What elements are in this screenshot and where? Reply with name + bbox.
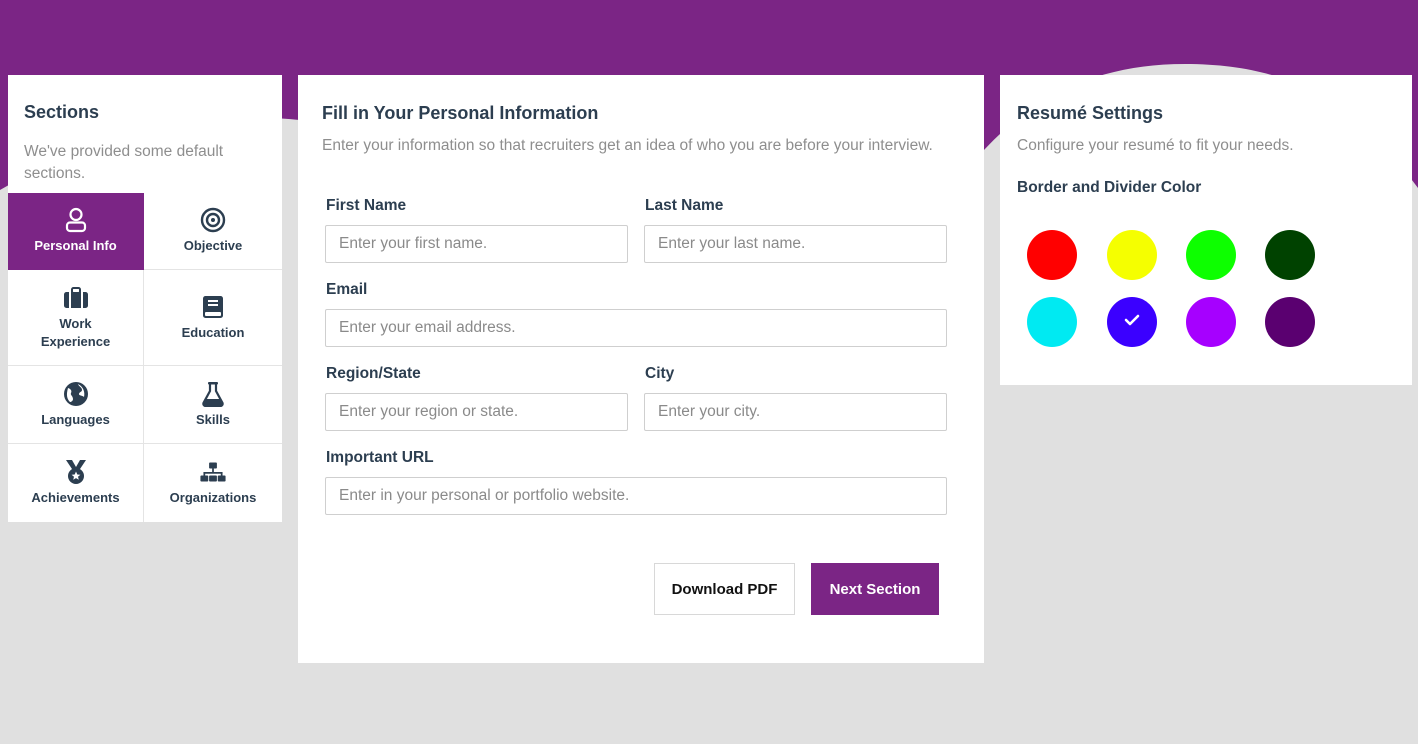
url-label: Important URL	[326, 449, 434, 466]
color-swatch[interactable]	[1027, 297, 1077, 347]
section-label: Achievements	[31, 490, 120, 505]
briefcase-icon	[63, 285, 89, 311]
globe-icon	[63, 381, 89, 407]
target-icon	[200, 207, 226, 233]
color-swatch[interactable]	[1186, 230, 1236, 280]
sitemap-icon	[200, 459, 226, 485]
user-icon	[63, 207, 89, 233]
region-label: Region/State	[326, 365, 421, 382]
email-input[interactable]	[325, 309, 947, 347]
email-label: Email	[326, 281, 368, 298]
section-objective[interactable]: Objective	[144, 193, 282, 270]
form-title: Fill in Your Personal Information	[322, 103, 599, 123]
section-achievements[interactable]: Achievements	[8, 444, 144, 522]
resume-settings-panel: Resumé Settings Configure your resumé to…	[1000, 75, 1412, 385]
section-personal-info[interactable]: Personal Info	[8, 193, 144, 270]
region-input[interactable]	[325, 393, 628, 431]
color-swatch[interactable]	[1265, 230, 1315, 280]
section-organizations[interactable]: Organizations	[144, 444, 282, 522]
section-languages[interactable]: Languages	[8, 366, 144, 444]
url-input[interactable]	[325, 477, 947, 515]
section-skills[interactable]: Skills	[144, 366, 282, 444]
book-icon	[200, 294, 226, 320]
section-label: Objective	[183, 238, 243, 253]
form-description: Enter your information so that recruiter…	[322, 137, 933, 154]
color-swatch[interactable]	[1186, 297, 1236, 347]
sections-panel: Sections We've provided some default sec…	[8, 75, 282, 522]
color-heading: Border and Divider Color	[1017, 179, 1202, 196]
first-name-label: First Name	[326, 197, 407, 214]
first-name-input[interactable]	[325, 225, 628, 263]
next-section-button[interactable]: Next Section	[811, 563, 939, 615]
color-swatch[interactable]	[1107, 297, 1157, 347]
color-swatch[interactable]	[1265, 297, 1315, 347]
color-swatch[interactable]	[1027, 230, 1077, 280]
section-label: Organizations	[169, 490, 257, 505]
section-label: Work Experience	[40, 315, 111, 349]
sections-title: Sections	[24, 102, 100, 122]
color-swatch[interactable]	[1107, 230, 1157, 280]
city-label: City	[645, 365, 675, 382]
section-label: Skills	[196, 411, 230, 427]
check-icon	[1124, 313, 1140, 331]
download-pdf-button[interactable]: Download PDF	[654, 563, 795, 615]
sections-grid: Personal Info Objective Work Experience …	[8, 193, 282, 522]
flask-icon	[200, 381, 226, 407]
settings-description: Configure your resumé to fit your needs.	[1017, 137, 1294, 154]
section-label: Languages	[41, 411, 110, 427]
personal-info-form: Fill in Your Personal Information Enter …	[298, 75, 984, 663]
last-name-label: Last Name	[645, 197, 724, 214]
city-input[interactable]	[644, 393, 947, 431]
last-name-input[interactable]	[644, 225, 947, 263]
settings-title: Resumé Settings	[1017, 103, 1164, 123]
section-education[interactable]: Education	[144, 270, 282, 366]
sections-description: We've provided some default sections.	[24, 143, 224, 182]
section-label: Education	[181, 324, 245, 340]
section-work-experience[interactable]: Work Experience	[8, 270, 144, 366]
medal-icon	[63, 459, 89, 485]
section-label: Personal Info	[34, 238, 117, 253]
